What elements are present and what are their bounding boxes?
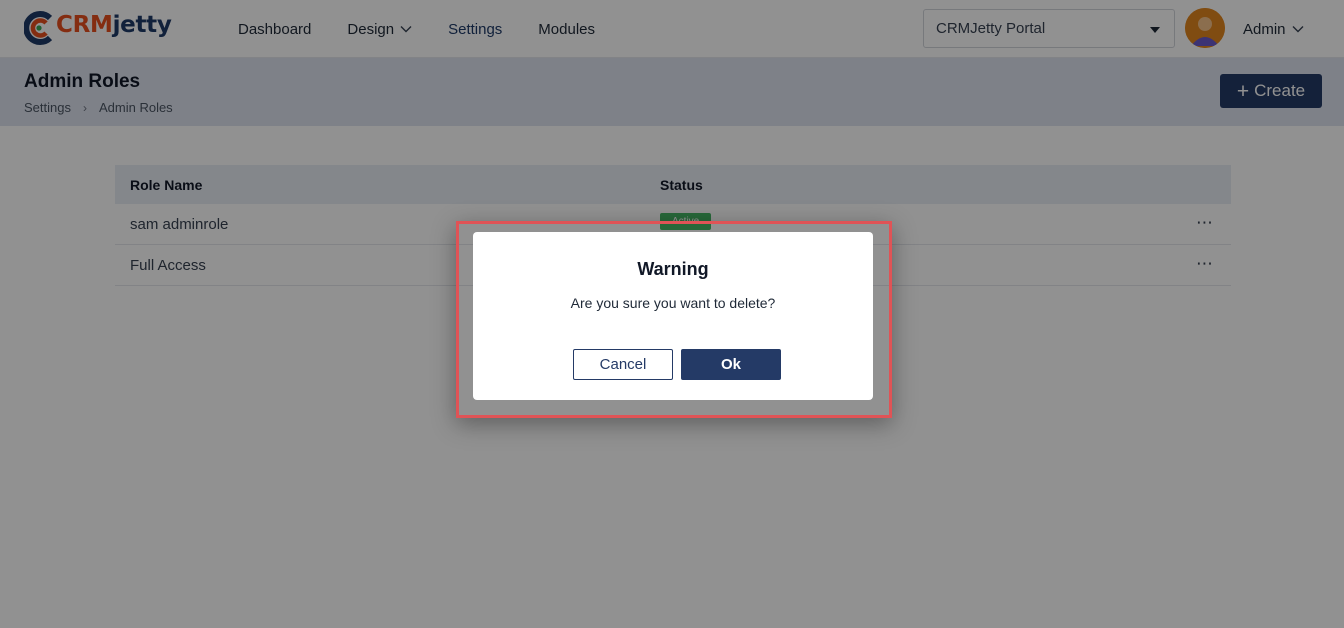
cancel-button[interactable]: Cancel: [573, 349, 673, 380]
dialog-title: Warning: [637, 259, 709, 279]
warning-dialog: Warning Are you sure you want to delete?…: [473, 232, 873, 400]
ok-button[interactable]: Ok: [681, 349, 781, 380]
dialog-message: Are you sure you want to delete?: [570, 295, 776, 311]
